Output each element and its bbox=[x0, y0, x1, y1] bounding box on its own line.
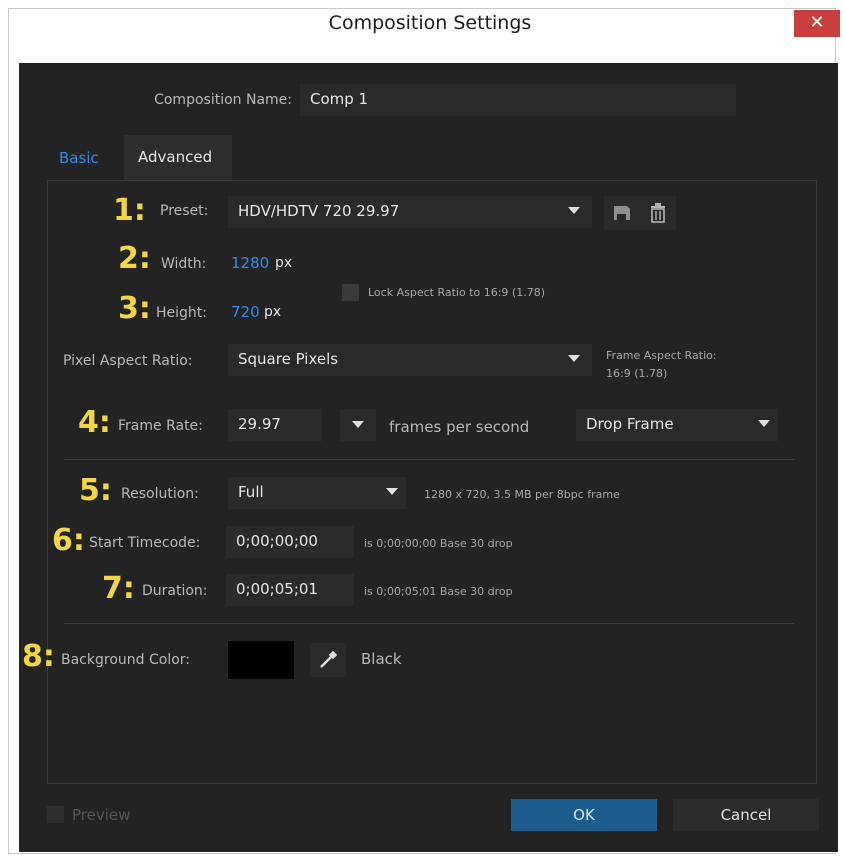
tab-advanced[interactable]: Advanced bbox=[124, 135, 232, 180]
preset-dropdown-arrow-icon bbox=[568, 207, 580, 214]
annotation-3: 3: bbox=[118, 291, 151, 326]
lock-aspect-label: Lock Aspect Ratio to 16:9 (1.78) bbox=[368, 286, 545, 299]
preset-dropdown[interactable]: HDV/HDTV 720 29.97 bbox=[228, 196, 592, 228]
resolution-label: Resolution: bbox=[121, 486, 199, 502]
eyedropper-button[interactable] bbox=[310, 643, 346, 677]
tab-basic-label: Basic bbox=[59, 149, 99, 167]
height-label: Height: bbox=[156, 305, 207, 321]
start-timecode-input[interactable]: 0;00;00;00 bbox=[226, 526, 354, 558]
pixel-aspect-dropdown[interactable]: Square Pixels bbox=[228, 344, 592, 376]
drop-frame-value: Drop Frame bbox=[586, 415, 674, 433]
frame-rate-dropdown[interactable] bbox=[340, 409, 376, 441]
tab-advanced-label: Advanced bbox=[138, 148, 213, 166]
delete-preset-icon[interactable] bbox=[650, 203, 666, 223]
lock-aspect-checkbox[interactable] bbox=[342, 284, 359, 301]
background-color-name: Black bbox=[361, 650, 402, 668]
width-unit: px bbox=[275, 255, 293, 271]
start-timecode-info: is 0;00;00;00 Base 30 drop bbox=[364, 537, 513, 550]
tab-basic[interactable]: Basic bbox=[47, 138, 125, 180]
annotation-4: 4: bbox=[78, 405, 111, 440]
frame-aspect-label: Frame Aspect Ratio: bbox=[606, 349, 717, 362]
pixel-aspect-dropdown-arrow-icon bbox=[568, 355, 580, 362]
start-timecode-label: Start Timecode: bbox=[89, 535, 201, 551]
height-value[interactable]: 720 bbox=[231, 303, 260, 321]
save-preset-icon[interactable] bbox=[613, 205, 631, 221]
resolution-arrow-icon bbox=[386, 488, 398, 495]
frame-aspect-value: 16:9 (1.78) bbox=[606, 367, 668, 380]
comp-name-label: Composition Name: bbox=[154, 92, 292, 108]
eyedropper-icon bbox=[320, 650, 338, 668]
duration-input[interactable]: 0;00;05;01 bbox=[226, 574, 354, 606]
annotation-6: 6: bbox=[52, 523, 85, 558]
window-title: Composition Settings bbox=[328, 12, 532, 34]
annotation-1: 1: bbox=[113, 193, 146, 228]
pixel-aspect-value: Square Pixels bbox=[238, 350, 339, 368]
height-unit: px bbox=[264, 304, 282, 320]
background-color-label: Background Color: bbox=[61, 652, 190, 668]
resolution-dropdown[interactable]: Full bbox=[228, 477, 406, 509]
width-label: Width: bbox=[161, 256, 207, 272]
frame-rate-label: Frame Rate: bbox=[118, 418, 203, 434]
preset-actions bbox=[604, 196, 676, 230]
preview-label: Preview bbox=[72, 806, 131, 824]
duration-label: Duration: bbox=[142, 583, 208, 599]
cancel-button[interactable]: Cancel bbox=[673, 799, 819, 831]
divider-2 bbox=[64, 623, 794, 624]
pixel-aspect-label: Pixel Aspect Ratio: bbox=[63, 353, 193, 369]
width-value[interactable]: 1280 bbox=[231, 254, 269, 272]
background-color-swatch[interactable] bbox=[228, 641, 294, 679]
annotation-7: 7: bbox=[102, 571, 135, 606]
ok-button[interactable]: OK bbox=[511, 799, 657, 831]
annotation-8: 8: bbox=[22, 639, 55, 674]
close-button[interactable]: ✕ bbox=[794, 10, 840, 37]
frame-rate-unit: frames per second bbox=[389, 418, 530, 436]
frame-rate-arrow-icon bbox=[352, 421, 364, 428]
frame-rate-input[interactable]: 29.97 bbox=[228, 409, 322, 441]
preset-label: Preset: bbox=[160, 203, 209, 219]
resolution-value: Full bbox=[238, 483, 264, 501]
resolution-info: 1280 x 720, 3.5 MB per 8bpc frame bbox=[424, 488, 620, 501]
annotation-5: 5: bbox=[79, 473, 112, 508]
annotation-2: 2: bbox=[118, 241, 151, 276]
drop-frame-dropdown[interactable]: Drop Frame bbox=[576, 409, 778, 441]
comp-name-input[interactable]: Comp 1 bbox=[300, 84, 736, 116]
divider-1 bbox=[64, 459, 794, 460]
preview-checkbox[interactable] bbox=[47, 806, 64, 823]
duration-info: is 0;00;05;01 Base 30 drop bbox=[364, 585, 513, 598]
preset-value: HDV/HDTV 720 29.97 bbox=[238, 202, 400, 220]
drop-frame-arrow-icon bbox=[758, 420, 770, 427]
